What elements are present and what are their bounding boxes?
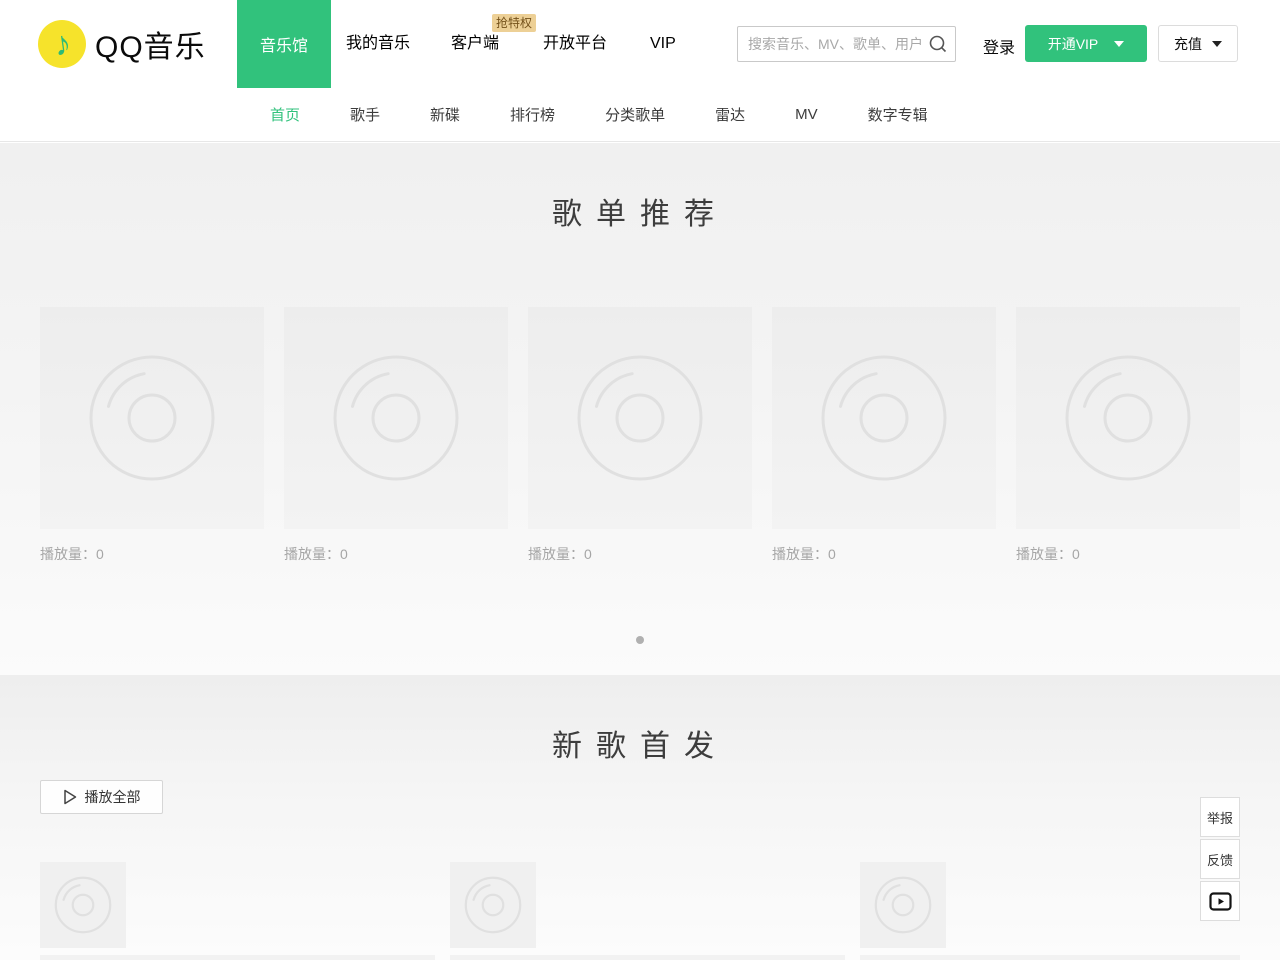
subnav-item-mv[interactable]: MV bbox=[795, 106, 818, 123]
recharge-button[interactable]: 充值 bbox=[1158, 25, 1238, 62]
playlist-playcount: 播放量：0 bbox=[40, 546, 104, 562]
song-cover-placeholder[interactable] bbox=[860, 862, 946, 948]
playlist-playcount: 播放量：0 bbox=[528, 546, 592, 562]
playlist-card[interactable]: 播放量：0 bbox=[528, 307, 752, 564]
search-input[interactable] bbox=[738, 27, 924, 61]
qq-music-homepage: ♪ QQ音乐 音乐馆 我的音乐 客户端 抢特权 开放平台 VIP 登录 开通VI… bbox=[0, 0, 1280, 960]
subnav-item-playlist-categories[interactable]: 分类歌单 bbox=[605, 104, 665, 125]
open-vip-button[interactable]: 开通VIP bbox=[1025, 25, 1147, 62]
playlist-card[interactable]: 播放量：0 bbox=[1016, 307, 1240, 564]
playlist-cover-placeholder[interactable] bbox=[284, 307, 508, 529]
playlist-cover-placeholder[interactable] bbox=[40, 307, 264, 529]
sub-navigation: 首页 歌手 新碟 排行榜 分类歌单 雷达 MV 数字专辑 bbox=[0, 88, 1280, 142]
play-all-button[interactable]: 播放全部 bbox=[40, 780, 163, 814]
report-label: 举报 bbox=[1206, 810, 1233, 826]
search-icon[interactable] bbox=[928, 34, 948, 54]
cd-disc-icon bbox=[333, 355, 459, 481]
report-button[interactable]: 举报 bbox=[1200, 797, 1240, 837]
nav-tab-vip[interactable]: VIP bbox=[650, 34, 676, 54]
cd-disc-icon bbox=[874, 876, 932, 934]
cd-disc-icon bbox=[54, 876, 112, 934]
feedback-label: 反馈 bbox=[1206, 852, 1233, 868]
playlist-section-title: 歌单推荐 bbox=[552, 198, 728, 231]
open-vip-label: 开通VIP bbox=[1047, 35, 1099, 52]
music-note-icon: ♪ bbox=[50, 24, 74, 64]
client-privilege-badge: 抢特权 bbox=[492, 14, 537, 32]
logo-circle: ♪ bbox=[38, 20, 86, 68]
cd-disc-icon bbox=[821, 355, 947, 481]
playlist-cover-placeholder[interactable] bbox=[1016, 307, 1240, 529]
carousel-page-dot[interactable] bbox=[636, 636, 644, 644]
song-cover-placeholder[interactable] bbox=[450, 862, 536, 948]
new-song-section: 新歌首发 播放全部 bbox=[0, 675, 1280, 960]
playlist-playcount: 播放量：0 bbox=[772, 546, 836, 562]
playlist-card[interactable]: 播放量：0 bbox=[40, 307, 264, 564]
video-player-button[interactable] bbox=[1200, 881, 1240, 921]
song-cover-placeholder[interactable] bbox=[40, 862, 126, 948]
cd-disc-icon bbox=[89, 355, 215, 481]
nav-tab-open-platform[interactable]: 开放平台 bbox=[543, 34, 607, 54]
subnav-item-radar[interactable]: 雷达 bbox=[715, 104, 745, 125]
playlist-cover-placeholder[interactable] bbox=[772, 307, 996, 529]
playlist-card[interactable]: 播放量：0 bbox=[772, 307, 996, 564]
chevron-down-icon bbox=[1114, 40, 1125, 47]
playlist-card[interactable]: 播放量：0 bbox=[284, 307, 508, 564]
subnav-item-new-albums[interactable]: 新碟 bbox=[430, 104, 460, 125]
new-song-section-title: 新歌首发 bbox=[552, 730, 728, 763]
playlist-cover-placeholder[interactable] bbox=[528, 307, 752, 529]
cd-disc-icon bbox=[577, 355, 703, 481]
subnav-item-charts[interactable]: 排行榜 bbox=[510, 104, 555, 125]
playlist-cards-row: 播放量：0 播放量：0 播放量：0 播放量：0 播放量：0 bbox=[40, 307, 1240, 564]
nav-tab-label: 音乐馆 bbox=[259, 38, 308, 55]
nav-tab-client[interactable]: 客户端 bbox=[451, 34, 499, 54]
top-header: ♪ QQ音乐 音乐馆 我的音乐 客户端 抢特权 开放平台 VIP 登录 开通VI… bbox=[0, 0, 1280, 88]
floating-side-panel: 举报 反馈 bbox=[1200, 797, 1240, 923]
subnav-item-singers[interactable]: 歌手 bbox=[350, 104, 380, 125]
logo-text: QQ音乐 bbox=[95, 31, 206, 64]
playlist-playcount: 播放量：0 bbox=[1016, 546, 1080, 562]
playlist-playcount: 播放量：0 bbox=[284, 546, 348, 562]
nav-tab-my-music[interactable]: 我的音乐 bbox=[346, 34, 410, 54]
cd-disc-icon bbox=[464, 876, 522, 934]
nav-tab-music-hall[interactable]: 音乐馆 bbox=[237, 0, 331, 88]
play-outline-icon bbox=[63, 789, 76, 805]
recharge-label: 充值 bbox=[1174, 35, 1202, 52]
song-row-partial bbox=[860, 955, 1240, 960]
subnav-item-home[interactable]: 首页 bbox=[270, 104, 300, 125]
play-all-label: 播放全部 bbox=[84, 789, 141, 805]
feedback-button[interactable]: 反馈 bbox=[1200, 839, 1240, 879]
song-row-partial bbox=[450, 955, 845, 960]
login-link[interactable]: 登录 bbox=[983, 34, 1015, 58]
qq-music-logo[interactable]: ♪ QQ音乐 bbox=[38, 20, 206, 68]
cd-disc-icon bbox=[1065, 355, 1191, 481]
song-row-partial bbox=[40, 955, 435, 960]
video-play-icon bbox=[1208, 891, 1232, 911]
playlist-recommend-section: 歌单推荐 播放量：0 播放量：0 播放量：0 播放量：0 播放量：0 bbox=[0, 143, 1280, 675]
subnav-item-digital-albums[interactable]: 数字专辑 bbox=[868, 104, 928, 125]
search-box bbox=[737, 26, 956, 62]
chevron-down-icon bbox=[1212, 40, 1222, 47]
